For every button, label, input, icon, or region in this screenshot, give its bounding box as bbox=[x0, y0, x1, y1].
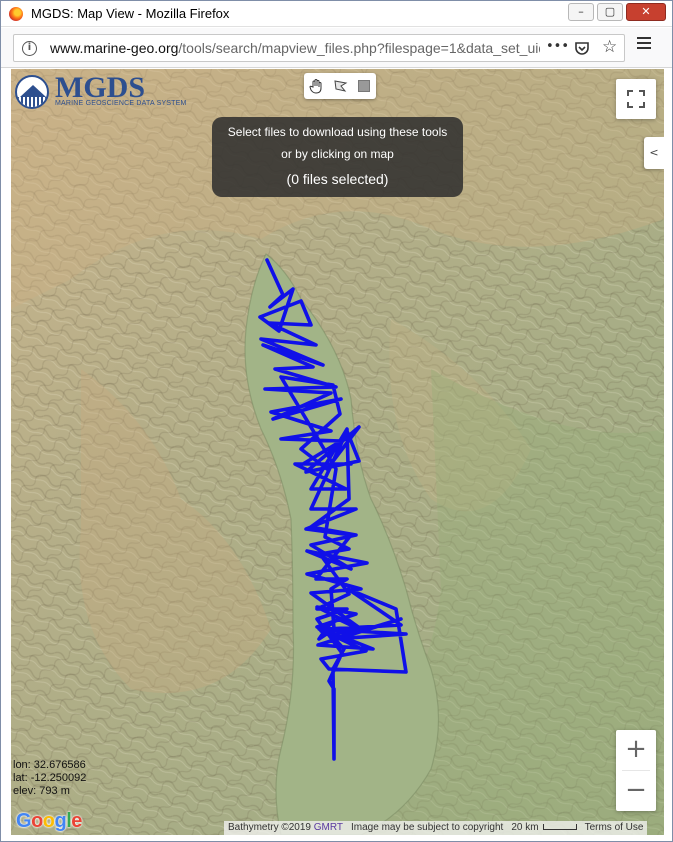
box-select-icon[interactable] bbox=[352, 73, 376, 99]
ship-track-line[interactable] bbox=[258, 258, 408, 761]
url-path: /tools/search/mapview_files.php?filespag… bbox=[178, 40, 540, 56]
tooltip-line-2: or by clicking on map bbox=[281, 147, 394, 161]
bookmark-star-icon[interactable]: ☆ bbox=[602, 37, 617, 57]
side-panel-toggle[interactable]: < bbox=[644, 137, 664, 169]
selection-toolbar bbox=[304, 73, 376, 99]
window-controls: – ▢ ✕ bbox=[568, 3, 666, 21]
more-actions-icon[interactable]: ••• bbox=[546, 39, 569, 54]
scale-label: 20 km bbox=[511, 822, 539, 833]
lasso-select-icon[interactable] bbox=[328, 73, 352, 99]
zoom-out-button[interactable]: − bbox=[616, 771, 656, 811]
selection-help-tooltip: Select files to download using these too… bbox=[212, 117, 463, 197]
info-icon[interactable]: i bbox=[22, 41, 37, 56]
logo-subtitle: MARINE GEOSCIENCE DATA SYSTEM bbox=[55, 100, 187, 107]
url-text[interactable]: www.marine-geo.org/tools/search/mapview_… bbox=[50, 40, 540, 56]
elevation-readout: elev: 793 m bbox=[13, 785, 70, 797]
cursor-readout: lon: 32.676586 lat: -12.250092 elev: 793… bbox=[13, 759, 86, 798]
maximize-button[interactable]: ▢ bbox=[597, 3, 623, 21]
bathymetry-credit: Bathymetry ©2019 GMRT bbox=[224, 821, 348, 835]
map-attribution: Bathymetry ©2019 GMRT Image may be subje… bbox=[224, 821, 648, 835]
pocket-icon[interactable] bbox=[574, 40, 590, 60]
google-logo[interactable]: Google bbox=[16, 810, 82, 833]
close-button[interactable]: ✕ bbox=[626, 3, 666, 21]
menu-icon[interactable] bbox=[637, 37, 651, 49]
navigation-bar: i www.marine-geo.org/tools/search/mapvie… bbox=[1, 28, 672, 68]
terms-of-use-link[interactable]: Terms of Use bbox=[580, 821, 648, 835]
title-bar: MGDS: Map View - Mozilla Firefox – ▢ ✕ bbox=[1, 1, 672, 27]
url-bar[interactable]: i www.marine-geo.org/tools/search/mapvie… bbox=[13, 34, 625, 62]
copyright-notice: Image may be subject to copyright bbox=[347, 821, 508, 835]
url-domain: www.marine-geo.org bbox=[50, 40, 179, 56]
bathymetry-credit-text: Bathymetry ©2019 bbox=[228, 822, 311, 833]
browser-window: MGDS: Map View - Mozilla Firefox – ▢ ✕ i… bbox=[0, 0, 673, 842]
zoom-in-button[interactable]: + bbox=[616, 730, 656, 770]
mgds-logo[interactable]: MGDS MARINE GEOSCIENCE DATA SYSTEM bbox=[15, 71, 205, 113]
longitude-readout: lon: 32.676586 bbox=[13, 759, 86, 771]
tooltip-line-1: Select files to download using these too… bbox=[227, 125, 448, 139]
window-title: MGDS: Map View - Mozilla Firefox bbox=[31, 6, 230, 21]
hand-pan-icon[interactable] bbox=[304, 73, 328, 99]
fullscreen-button[interactable] bbox=[616, 79, 656, 119]
firefox-logo-icon bbox=[9, 7, 23, 21]
scale-indicator: 20 km bbox=[507, 821, 581, 835]
map-view[interactable]: MGDS MARINE GEOSCIENCE DATA SYSTEM Selec… bbox=[11, 69, 664, 835]
files-selected-count: (0 files selected) bbox=[286, 171, 389, 187]
mgds-mountain-wave-icon bbox=[15, 75, 49, 109]
gmrt-link[interactable]: GMRT bbox=[314, 822, 343, 833]
latitude-readout: lat: -12.250092 bbox=[13, 772, 87, 784]
minimize-button[interactable]: – bbox=[568, 3, 594, 21]
scale-bar bbox=[542, 824, 577, 831]
zoom-control: + − bbox=[616, 730, 656, 811]
